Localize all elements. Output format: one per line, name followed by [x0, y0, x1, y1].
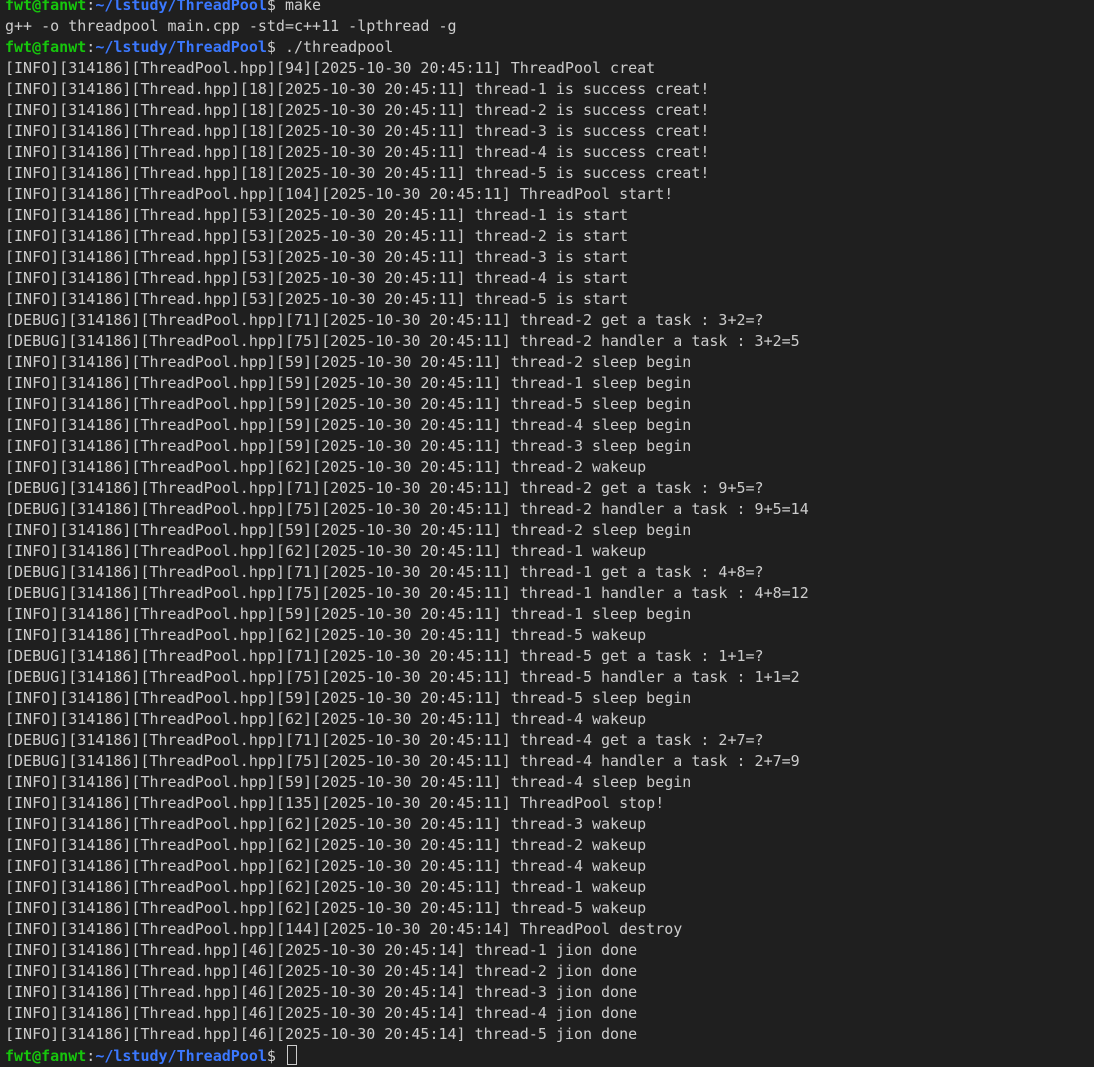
output-line: [INFO][314186][ThreadPool.hpp][59][2025-… — [5, 437, 692, 455]
prompt-separator: : — [86, 0, 96, 14]
output-line: [INFO][314186][Thread.hpp][18][2025-10-3… — [5, 164, 710, 182]
output-line: [INFO][314186][ThreadPool.hpp][62][2025-… — [5, 458, 647, 476]
output-line: [DEBUG][314186][ThreadPool.hpp][75][2025… — [5, 752, 800, 770]
output-line: [INFO][314186][ThreadPool.hpp][59][2025-… — [5, 773, 692, 791]
output-line: [INFO][314186][Thread.hpp][18][2025-10-3… — [5, 101, 710, 119]
prompt-user-host: fwt@fanwt — [5, 38, 87, 56]
output-line: [INFO][314186][ThreadPool.hpp][144][2025… — [5, 920, 683, 938]
prompt-separator: : — [86, 38, 96, 56]
prompt-line: fwt@fanwt:~/lstudy/ThreadPool$ — [5, 1045, 1094, 1066]
output-line: [INFO][314186][Thread.hpp][18][2025-10-3… — [5, 143, 710, 161]
prompt-line: fwt@fanwt:~/lstudy/ThreadPool$ make — [5, 0, 1094, 16]
output-line: [INFO][314186][ThreadPool.hpp][62][2025-… — [5, 626, 647, 644]
output-line: [INFO][314186][ThreadPool.hpp][104][2025… — [5, 185, 674, 203]
output-line: [DEBUG][314186][ThreadPool.hpp][75][2025… — [5, 584, 809, 602]
output-line: g++ -o threadpool main.cpp -std=c++11 -l… — [5, 17, 457, 35]
output-line: [INFO][314186][ThreadPool.hpp][59][2025-… — [5, 689, 692, 707]
output-line: [DEBUG][314186][ThreadPool.hpp][71][2025… — [5, 647, 764, 665]
output-line: [DEBUG][314186][ThreadPool.hpp][71][2025… — [5, 311, 764, 329]
prompt-separator: : — [86, 1047, 96, 1065]
output-line: [INFO][314186][Thread.hpp][53][2025-10-3… — [5, 290, 629, 308]
prompt-symbol: $ — [266, 0, 276, 14]
output-line: [INFO][314186][ThreadPool.hpp][59][2025-… — [5, 416, 692, 434]
output-line: [DEBUG][314186][ThreadPool.hpp][71][2025… — [5, 479, 764, 497]
prompt-path: ~/lstudy/ThreadPool — [95, 38, 267, 56]
prompt-user-host: fwt@fanwt — [5, 0, 87, 14]
output-line: [INFO][314186][Thread.hpp][53][2025-10-3… — [5, 248, 629, 266]
terminal-window[interactable]: fwt@fanwt:~/lstudy/ThreadPool$ make g++ -… — [0, 0, 1094, 1065]
output-line: [INFO][314186][Thread.hpp][53][2025-10-3… — [5, 206, 629, 224]
prompt-line: fwt@fanwt:~/lstudy/ThreadPool$ ./threadp… — [5, 37, 1094, 58]
output-line: [INFO][314186][Thread.hpp][53][2025-10-3… — [5, 227, 629, 245]
output-line: [INFO][314186][Thread.hpp][18][2025-10-3… — [5, 80, 710, 98]
output-line: [DEBUG][314186][ThreadPool.hpp][71][2025… — [5, 731, 764, 749]
output-line: [INFO][314186][ThreadPool.hpp][59][2025-… — [5, 353, 692, 371]
output-line: [INFO][314186][ThreadPool.hpp][94][2025-… — [5, 59, 656, 77]
output-line: [INFO][314186][ThreadPool.hpp][59][2025-… — [5, 521, 692, 539]
output-line: [INFO][314186][ThreadPool.hpp][62][2025-… — [5, 899, 647, 917]
command-text: make — [275, 0, 322, 14]
output-line: [DEBUG][314186][ThreadPool.hpp][75][2025… — [5, 500, 809, 518]
output-line: [INFO][314186][ThreadPool.hpp][62][2025-… — [5, 710, 647, 728]
prompt-symbol: $ — [266, 1047, 276, 1065]
output-line: [INFO][314186][ThreadPool.hpp][135][2025… — [5, 794, 665, 812]
output-line: [DEBUG][314186][ThreadPool.hpp][75][2025… — [5, 668, 800, 686]
output-line: [INFO][314186][ThreadPool.hpp][62][2025-… — [5, 857, 647, 875]
prompt-path: ~/lstudy/ThreadPool — [95, 1047, 267, 1065]
output-line: [INFO][314186][Thread.hpp][46][2025-10-3… — [5, 1025, 638, 1043]
text-cursor[interactable] — [286, 1045, 297, 1065]
output-line: [INFO][314186][ThreadPool.hpp][59][2025-… — [5, 605, 692, 623]
output-line: [DEBUG][314186][ThreadPool.hpp][75][2025… — [5, 332, 800, 350]
command-text: ./threadpool — [275, 38, 394, 56]
output-line: [INFO][314186][Thread.hpp][18][2025-10-3… — [5, 122, 710, 140]
output-line: [INFO][314186][ThreadPool.hpp][62][2025-… — [5, 542, 647, 560]
output-line: [INFO][314186][ThreadPool.hpp][62][2025-… — [5, 836, 647, 854]
output-line: [DEBUG][314186][ThreadPool.hpp][71][2025… — [5, 563, 764, 581]
output-line: [INFO][314186][ThreadPool.hpp][59][2025-… — [5, 395, 692, 413]
prompt-user-host: fwt@fanwt — [5, 1047, 87, 1065]
output-line: [INFO][314186][ThreadPool.hpp][59][2025-… — [5, 374, 692, 392]
output-line: [INFO][314186][Thread.hpp][46][2025-10-3… — [5, 983, 638, 1001]
output-line: [INFO][314186][Thread.hpp][46][2025-10-3… — [5, 941, 638, 959]
output-line: [INFO][314186][Thread.hpp][46][2025-10-3… — [5, 1004, 638, 1022]
output-line: [INFO][314186][Thread.hpp][53][2025-10-3… — [5, 269, 629, 287]
output-line: [INFO][314186][Thread.hpp][46][2025-10-3… — [5, 962, 638, 980]
command-text — [276, 1047, 285, 1065]
prompt-path: ~/lstudy/ThreadPool — [95, 0, 267, 14]
output-line: [INFO][314186][ThreadPool.hpp][62][2025-… — [5, 815, 647, 833]
prompt-symbol: $ — [266, 38, 276, 56]
output-line: [INFO][314186][ThreadPool.hpp][62][2025-… — [5, 878, 647, 896]
